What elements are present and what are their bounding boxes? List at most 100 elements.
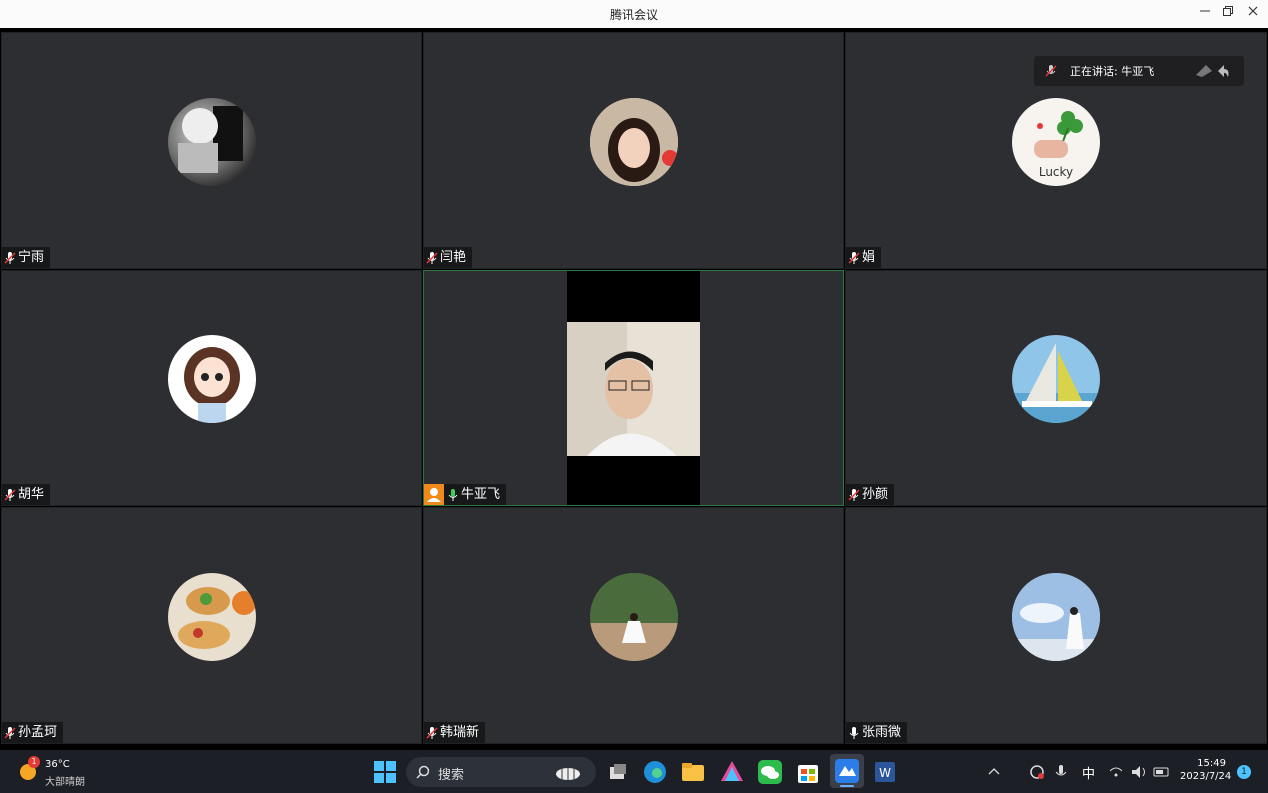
mic-muted-icon [848,488,860,501]
participant-tile[interactable]: 胡华 [1,270,422,506]
start-button[interactable] [372,759,398,785]
notification-badge[interactable]: 1 [1237,765,1251,779]
tencent-meeting-icon [835,759,859,787]
mic-muted-icon [848,251,860,264]
wechat-icon [758,760,782,784]
mic-icon [1045,65,1057,77]
mic-muted-icon [4,251,16,264]
search-icon [416,765,430,779]
participant-name: 张雨微 [862,725,902,740]
app-launcher[interactable] [719,759,745,785]
weather-desc: 大部晴朗 [45,777,85,788]
avatar [1012,573,1100,661]
word-app[interactable]: W [872,759,898,785]
edge-app[interactable] [642,759,668,785]
zebra-highlight-icon [556,768,580,780]
windows-logo-icon [374,761,396,783]
participant-name: 孙孟珂 [18,725,58,740]
sync-icon [1030,765,1044,779]
participant-name-bar: 娟 [846,247,882,268]
participant-tile[interactable]: 孙颜 [845,270,1267,506]
sync-tray-icon[interactable] [1028,763,1046,781]
clover-avatar-icon: Lucky [1034,111,1083,179]
avatar [168,335,256,423]
clock[interactable]: 15:49 2023/7/24 [1180,758,1231,782]
minimize-button[interactable] [1194,4,1216,24]
windows-taskbar: 1 36°C 大部晴朗 搜索 W 中 15:49 2023/7/24 1 [0,750,1268,793]
clock-time: 15:49 [1197,758,1226,769]
participant-name: 闫艳 [440,250,467,265]
user-icon [427,488,441,502]
show-hidden-icons-button[interactable] [986,764,1002,780]
weather-badge: 1 [28,756,40,768]
avatar: Lucky [1012,98,1100,186]
wechat-app[interactable] [757,759,783,785]
weather-widget[interactable]: 1 [18,756,40,782]
tencent-meeting-app[interactable] [830,754,864,788]
participant-name-bar: 闫艳 [424,247,473,268]
participant-name: 胡华 [18,487,45,502]
minimize-icon [1200,10,1210,12]
avatar [1012,335,1100,423]
mic-icon [849,726,859,739]
mic-active-icon [448,488,458,501]
speaking-label: 正在讲话: 牛亚飞 [1070,65,1155,78]
mic-muted-icon [4,726,16,739]
avatar [168,573,256,661]
participant-name-bar: 孙颜 [846,484,895,505]
system-tray-status[interactable] [1108,763,1178,781]
collapse-arrow-icon[interactable] [1194,63,1230,79]
ime-indicator[interactable]: 中 [1082,763,1095,782]
file-explorer-app[interactable] [680,759,706,785]
sky-avatar-icon [1012,573,1100,661]
store-icon [798,765,818,783]
cartoon-girl-avatar-icon [184,347,240,423]
participant-name: 娟 [862,250,876,265]
video-feed [567,271,700,505]
restore-button[interactable] [1217,4,1239,24]
participant-tile[interactable]: 韩瑞新 [423,507,844,744]
participant-name-bar: 宁雨 [2,247,51,268]
svg-text:W: W [879,766,891,780]
restore-icon [1223,6,1233,16]
participant-tile[interactable]: 孙孟珂 [1,507,422,744]
sailboat-avatar-icon [1012,343,1100,423]
search-label: 搜索 [438,768,465,783]
participant-name-bar: 孙孟珂 [2,722,64,743]
avatar [168,98,256,186]
avatar-photo-icon [178,106,243,173]
speaking-indicator: 正在讲话: 牛亚飞 [1034,56,1244,86]
mic-muted-icon [426,251,438,264]
mic-muted-icon [426,726,438,739]
participant-name: 宁雨 [18,250,45,265]
video-frame-icon [567,322,700,456]
meeting-stage: 宁雨 闫艳 Lucky 娟 胡华 牛亚飞 孙颜 孙孟珂 韩瑞新 张雨微 正在讲话… [0,28,1268,750]
participant-tile[interactable]: 闫艳 [423,32,844,269]
participant-name-bar: 韩瑞新 [424,722,486,743]
participant-name-bar: 牛亚飞 [424,484,507,505]
microphone-icon [1055,765,1067,776]
close-icon [1248,6,1258,16]
avatar [590,98,678,186]
taskbar-search[interactable]: 搜索 [406,757,596,787]
close-button[interactable] [1242,4,1264,24]
task-view-button[interactable] [605,759,631,785]
wifi-volume-battery-icon [1109,766,1169,778]
participant-tile[interactable]: 宁雨 [1,32,422,269]
svg-text:Lucky: Lucky [1039,165,1073,179]
participant-tile[interactable]: 张雨微 [845,507,1267,744]
window-titlebar: 腾讯会议 [0,0,1268,28]
avatar [590,573,678,661]
chevron-up-icon [988,768,1000,775]
active-speaker-tile[interactable]: 牛亚飞 [423,270,844,506]
colorful-triangle-icon [721,761,743,781]
edge-icon [644,761,666,783]
folder-icon [682,763,704,781]
word-icon: W [875,762,895,782]
food-avatar-icon [178,587,256,649]
task-view-icon [610,764,626,779]
microsoft-store-app[interactable] [795,759,821,785]
mic-muted-icon [4,488,16,501]
participant-name: 孙颜 [862,487,889,502]
microphone-tray-icon[interactable] [1053,763,1069,781]
